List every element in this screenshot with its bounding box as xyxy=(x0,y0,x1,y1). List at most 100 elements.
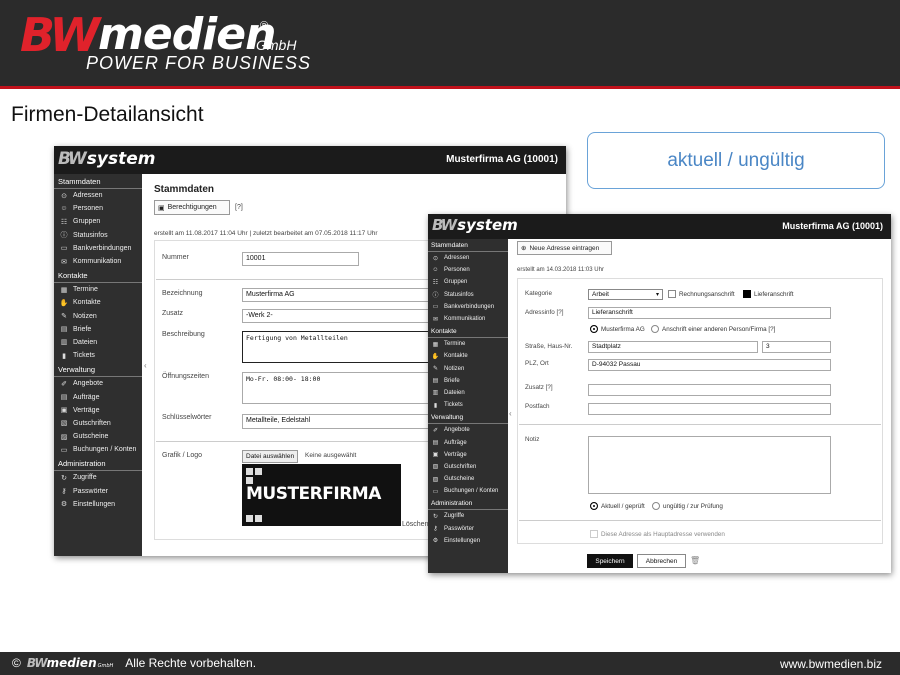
credit-card-icon: ▭ xyxy=(60,245,68,253)
sidebar-item-bankverbindungen[interactable]: ▭ Bankverbindungen xyxy=(428,301,508,313)
sidebar-item-buchungen[interactable]: ▭ Buchungen / Konten xyxy=(428,485,508,497)
sidebar-item-dateien[interactable]: ▥ Dateien xyxy=(54,336,142,349)
schluesselwoerter-input[interactable]: Metallteile, Edelstahl xyxy=(242,414,442,429)
sidebar-item-passwoerter[interactable]: ⚷ Passwörter xyxy=(428,523,508,535)
sidebar-item-kontakte[interactable]: ✋ Kontakte xyxy=(54,296,142,309)
sidebar-collapse-chevron-icon[interactable]: ‹ xyxy=(144,361,147,370)
sidebar-item-gutschriften[interactable]: ▧ Gutschriften xyxy=(428,461,508,473)
sidebar-item-gruppen[interactable]: ☷ Gruppen xyxy=(54,215,142,228)
delete-logo-link[interactable]: Löschen xyxy=(402,521,428,528)
bezeichnung-input[interactable]: Musterfirma AG xyxy=(242,288,442,302)
sidebar-item-einstellungen[interactable]: ⚙ Einstellungen xyxy=(428,535,508,547)
sidebar-item-personen[interactable]: ☺ Personen xyxy=(54,202,142,215)
sidebar-item-angebote[interactable]: ✐ Angebote xyxy=(54,377,142,390)
kategorie-select[interactable]: Arbeit ▾ xyxy=(588,289,663,300)
choose-file-button[interactable]: Datei auswählen xyxy=(242,450,299,463)
pencil-icon: ✎ xyxy=(61,313,67,321)
sidebar-item-zugriffe[interactable]: ↻ Zugriffe xyxy=(54,471,142,484)
permissions-help-link[interactable]: [?] xyxy=(235,204,243,211)
sidebar-item-dateien[interactable]: ▥ Dateien xyxy=(428,387,508,399)
edit-icon: ✐ xyxy=(61,380,67,388)
header-accent-line xyxy=(0,86,900,89)
oeffnungszeiten-label: Öffnungszeiten xyxy=(162,373,209,380)
footer-rights: Alle Rechte vorbehalten. xyxy=(125,656,257,670)
sidebar-item-statusinfos[interactable]: ⓘ Statusinfos xyxy=(54,229,142,242)
sidebar-item-einstellungen[interactable]: ⚙ Einstellungen xyxy=(54,498,142,511)
strasse-input[interactable]: Stadtplatz xyxy=(588,341,758,353)
sidebar-item-kommunikation[interactable]: ✉ Kommunikation xyxy=(428,313,508,325)
brand-gmbh: GmbH xyxy=(256,37,297,53)
brand-registered-mark: ® xyxy=(260,20,269,32)
sidebar-item-gutscheine[interactable]: ▨ Gutscheine xyxy=(54,430,142,443)
sidebar-item-zugriffe[interactable]: ↻ Zugriffe xyxy=(428,510,508,522)
sidebar-item-buchungen[interactable]: ▭ Buchungen / Konten xyxy=(54,443,142,456)
footer-url[interactable]: www.bwmedien.biz xyxy=(780,657,882,671)
notiz-label: Notiz xyxy=(525,436,540,443)
sidebar-item-statusinfos[interactable]: ⓘ Statusinfos xyxy=(428,289,508,301)
postfach-label: Postfach xyxy=(525,403,550,410)
oeffnungszeiten-textarea[interactable]: Mo-Fr. 08:00- 18:00 xyxy=(242,372,442,404)
adressinfo-label: Adressinfo [?] xyxy=(525,309,564,316)
new-address-button[interactable]: ⊕ Neue Adresse eintragen xyxy=(517,241,612,255)
access-icon: ↻ xyxy=(432,513,439,520)
hauptadresse-checkbox[interactable] xyxy=(590,530,598,538)
zusatz-input[interactable] xyxy=(588,384,831,396)
radio-andere-anschrift[interactable] xyxy=(651,325,659,333)
sidebar-item-notizen[interactable]: ✎ Notizen xyxy=(428,363,508,375)
sidebar-item-auftraege[interactable]: ▤ Aufträge xyxy=(428,436,508,448)
sidebar-item-briefe[interactable]: ▤ Briefe xyxy=(54,323,142,336)
sidebar-item-bankverbindungen[interactable]: ▭ Bankverbindungen xyxy=(54,242,142,255)
sidebar-item-termine[interactable]: ▦ Termine xyxy=(54,283,142,296)
sidebar-item-adressen[interactable]: ⊙ Adressen xyxy=(428,252,508,264)
postfach-input[interactable] xyxy=(588,403,831,415)
sidebar-item-gutscheine[interactable]: ▨ Gutscheine xyxy=(428,473,508,485)
permissions-button[interactable]: ▣ Berechtigungen xyxy=(154,200,230,215)
radio-aktuell[interactable] xyxy=(590,502,598,510)
beschreibung-textarea[interactable]: Fertigung von Metallteilen xyxy=(242,331,442,363)
sidebar-item-kommunikation[interactable]: ✉ Kommunikation xyxy=(54,255,142,268)
sidebar-item-tickets[interactable]: ▮ Tickets xyxy=(54,349,142,362)
sidebar-section-kontakte: Kontakte xyxy=(54,270,142,284)
sidebar-item-briefe[interactable]: ▤ Briefe xyxy=(428,375,508,387)
hausnummer-input[interactable]: 3 xyxy=(762,341,831,353)
rechnungsanschrift-checkbox[interactable] xyxy=(668,290,676,298)
credit-note-icon: ▧ xyxy=(60,420,68,428)
sidebar-item-notizen[interactable]: ✎ Notizen xyxy=(54,310,142,323)
cancel-button[interactable]: Abbrechen xyxy=(637,554,686,568)
sidebar-item-passwoerter[interactable]: ⚷ Passwörter xyxy=(54,485,142,498)
sidebar-item-gutschriften[interactable]: ▧ Gutschriften xyxy=(54,417,142,430)
sidebar-item-gruppen[interactable]: ☷ Gruppen xyxy=(428,276,508,288)
sidebar-item-angebote[interactable]: ✐ Angebote xyxy=(428,424,508,436)
sidebar-item-termine[interactable]: ▦ Termine xyxy=(428,338,508,350)
location-pin-icon: ⊙ xyxy=(61,192,67,200)
nummer-input[interactable]: 10001 xyxy=(242,252,359,266)
adressinfo-input[interactable]: Lieferanschrift xyxy=(588,307,831,319)
sidebar-item-vertraege[interactable]: ▣ Verträge xyxy=(428,449,508,461)
sidebar-item-personen[interactable]: ☺ Personen xyxy=(428,264,508,276)
beschreibung-label: Beschreibung xyxy=(162,331,205,338)
schluesselwoerter-label: Schlüsselwörter xyxy=(162,414,212,421)
status-callout: aktuell / ungültig xyxy=(587,132,885,189)
footer-logo: BWmedienGmbH xyxy=(26,656,114,670)
key-icon: ⚷ xyxy=(61,488,67,496)
footer-left: © BWmedienGmbH Alle Rechte vorbehalten. xyxy=(12,656,256,670)
sidebar-collapse-chevron-icon[interactable]: ‹ xyxy=(509,409,512,418)
accounts-icon: ▭ xyxy=(60,446,68,454)
lieferanschrift-checkbox[interactable] xyxy=(743,290,751,298)
order-icon: ▤ xyxy=(432,440,439,447)
trash-icon[interactable]: 🗑 xyxy=(690,556,700,565)
radio-musterfirma[interactable] xyxy=(590,325,598,333)
plz-ort-input[interactable]: D-94032 Passau xyxy=(588,359,831,371)
hauptadresse-label: Diese Adresse als Hauptadresse verwenden xyxy=(601,531,725,538)
sidebar-item-vertraege[interactable]: ▣ Verträge xyxy=(54,404,142,417)
plz-ort-label: PLZ, Ort xyxy=(525,360,549,367)
sidebar-item-kontakte[interactable]: ✋ Kontakte xyxy=(428,350,508,362)
accounts-icon: ▭ xyxy=(432,488,439,495)
save-button[interactable]: Speichern xyxy=(587,554,633,568)
sidebar-item-adressen[interactable]: ⊙ Adressen xyxy=(54,189,142,202)
notiz-textarea[interactable] xyxy=(588,436,831,494)
sidebar-item-tickets[interactable]: ▮ Tickets xyxy=(428,399,508,411)
zusatz-input[interactable]: -Werk 2- xyxy=(242,309,442,323)
sidebar-item-auftraege[interactable]: ▤ Aufträge xyxy=(54,390,142,403)
radio-ungueltig[interactable] xyxy=(652,502,660,510)
